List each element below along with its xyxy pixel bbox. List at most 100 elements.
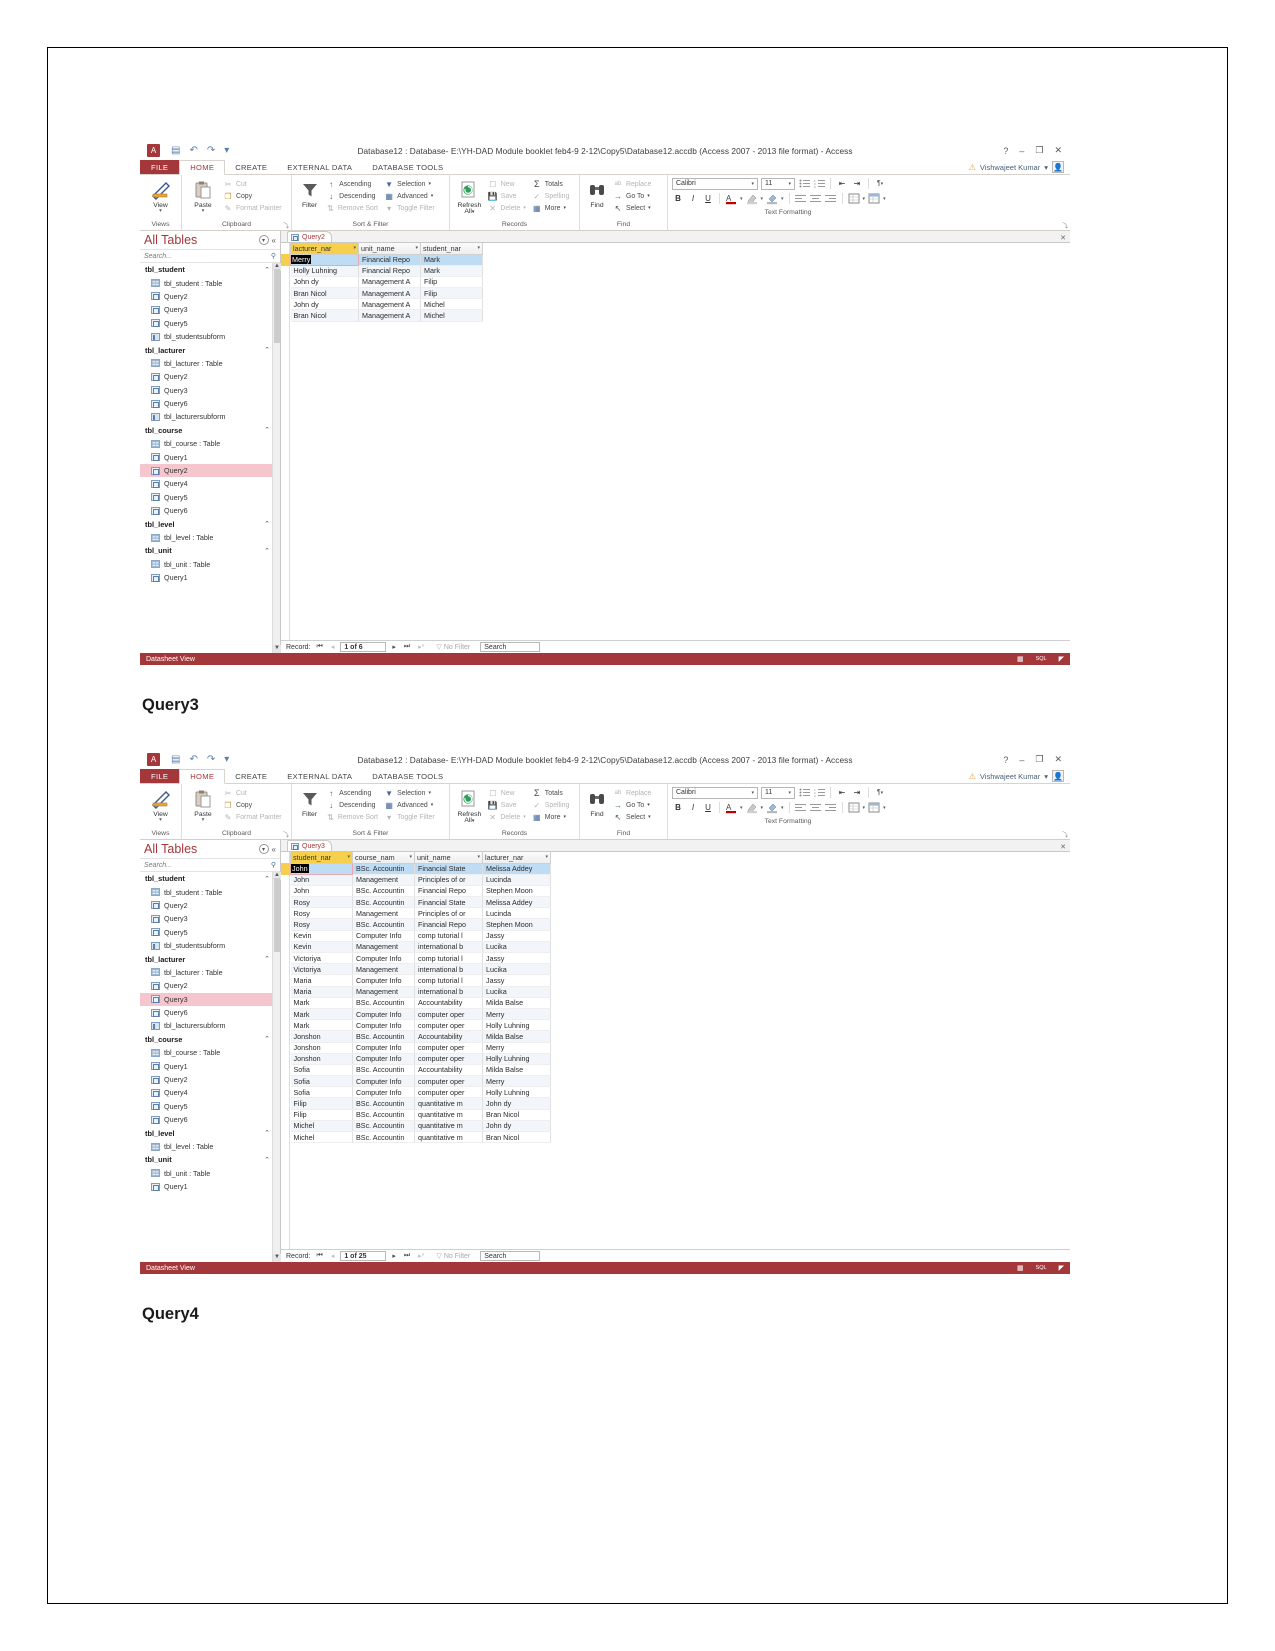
cell-course_nam[interactable]: Management [352,963,415,976]
cell-unit_name[interactable]: comp tutorial l [414,930,483,942]
spelling-button[interactable]: ✓ Spelling [529,190,575,202]
table-row[interactable]: Mark BSc. Accountin Accountability Milda Ba… [290,997,551,1009]
cell-course_nam[interactable]: Management [352,986,415,998]
cell-student_nar[interactable]: Mark [420,254,483,266]
cell-course_nam[interactable]: Computer Info [352,1086,415,1099]
refresh-all-button[interactable]: Refresh All▾ [454,177,485,215]
cell-lacturer_nar[interactable]: Jassy [482,952,551,965]
cell-lacturer_nar[interactable]: Stephen Moon [482,918,551,931]
font-size-combo-2[interactable]: 11 ▾ [761,786,795,799]
advanced-caret-icon-2[interactable]: ▾ [431,802,434,808]
nav-item-tbl-studentsubform[interactable]: tbl_studentsubform [140,939,280,952]
nav-item-tbl-unit-table[interactable]: tbl_unit : Table [140,558,280,571]
font-name-combo[interactable]: Calibri ▾ [672,177,758,190]
last-record-button[interactable]: ⏭ [402,643,412,651]
nav-item-tbl-course-table[interactable]: tbl_course : Table [140,437,280,450]
text-direction-button-2[interactable]: ¶ ▾ [874,787,886,799]
filter-status-1[interactable]: ▽ No Filter [436,643,470,652]
more-button-2[interactable]: ▦ More ▾ [529,811,575,823]
cell-lacturer_nar[interactable]: Melissa Addey [482,896,551,909]
cell-lacturer_nar[interactable]: Holly Luhning [482,1053,551,1065]
cell-unit_name[interactable]: Management A [358,287,421,300]
cell-unit_name[interactable]: Financial Repo [358,254,421,266]
spelling-button-2[interactable]: ✓ Spelling [529,799,575,811]
align-center-button-2[interactable] [810,802,822,814]
text-formatting-dialog-launcher[interactable]: ⤵ [1062,221,1068,230]
advanced-button-2[interactable]: ▦ Advanced ▾ [381,799,445,811]
remove-sort-button[interactable]: ⇅ Remove Sort [323,202,381,214]
design-view-button[interactable]: ◤ [1059,655,1064,663]
cell-unit_name[interactable]: Management A [358,276,421,289]
table-row[interactable]: Rosy BSc. Accountin Financial State Melissa… [290,896,551,909]
qat-more-icon-2[interactable]: ▾ [224,754,229,765]
nav-pane-collapse-icon[interactable]: « [272,236,276,245]
user-name-2[interactable]: Vishwajeet Kumar [980,772,1040,781]
copy-button-2[interactable]: ❐ Copy [220,799,285,811]
table-row[interactable]: John BSc. Accountin Financial Repo Stephen … [290,885,551,898]
nav-group-tbl_student[interactable]: tbl_student ⌃ [140,872,280,885]
cell-student_nar[interactable]: Jonshon [290,1053,353,1065]
nav-item-query3[interactable]: Query3 [140,384,280,397]
cell-unit_name[interactable]: Financial Repo [414,885,483,898]
selection-button[interactable]: ▼ Selection ▾ [381,178,445,190]
goto-caret-icon-2[interactable]: ▾ [647,802,650,808]
font-color-button[interactable]: A [725,193,737,205]
table-row[interactable]: Jonshon Computer Info computer oper Holly L… [290,1053,551,1065]
chevron-down-icon[interactable]: ▾ [477,245,480,251]
highlight-caret-icon-2[interactable]: ▾ [761,805,764,811]
cell-unit_name[interactable]: international b [414,963,483,976]
cell-course_nam[interactable]: Computer Info [352,1053,415,1065]
nav-pane-menu-icon-2[interactable]: ▾ [258,844,269,854]
cell-student_nar[interactable]: Michel [290,1120,353,1133]
fill-color-button-2[interactable] [766,802,778,814]
font-color-caret-icon-2[interactable]: ▾ [740,805,743,811]
nav-item-tbl-student-table[interactable]: tbl_student : Table [140,885,280,898]
cell-lacturer_nar[interactable]: Bran Nicol [290,287,359,300]
table-row[interactable]: Michel BSc. Accountin quantitative m John d… [290,1120,551,1133]
nav-item-query2[interactable]: Query2 [140,370,280,383]
first-record-button[interactable]: ⏮ [315,643,325,651]
cell-lacturer_nar[interactable]: John dy [290,276,359,289]
previous-record-button-2[interactable]: ◂ [329,1252,337,1260]
cell-lacturer_nar[interactable]: Bran Nicol [482,1131,551,1144]
cell-student_nar[interactable]: Mark [290,1008,353,1021]
font-name-combo-2[interactable]: Calibri ▾ [672,786,758,799]
cell-course_nam[interactable]: BSc. Accountin [352,885,415,898]
cell-student_nar[interactable]: Maria [290,974,353,987]
cell-lacturer_nar[interactable]: Jassy [482,930,551,942]
nav-item-query5[interactable]: Query5 [140,491,280,504]
table-row[interactable]: Maria Computer Info comp tutorial l Jassy [290,974,551,987]
copy-button[interactable]: ❐ Copy [220,190,285,202]
datasheet-format-caret-icon[interactable]: ▾ [863,196,866,202]
nav-pane-list-2[interactable]: tbl_student ⌃ tbl_student : Table Query2 Que… [140,872,280,1193]
qat-more-icon[interactable]: ▾ [224,145,229,156]
table-row[interactable]: Sofia Computer Info computer oper Merry [290,1075,551,1088]
save-record-button[interactable]: 💾 Save [485,190,529,202]
last-record-button-2[interactable]: ⏭ [402,1252,412,1260]
cell-lacturer_nar[interactable]: John dy [290,298,359,311]
table-row[interactable]: Bran Nicol Management A Michel [290,309,483,322]
align-right-button[interactable] [825,193,837,205]
cell-student_nar[interactable]: Rosy [290,907,353,920]
quick-access-toolbar-2[interactable]: ▤ ↶ ↷ ▾ [171,754,229,765]
user-avatar-icon-2[interactable]: 👤 [1052,770,1064,782]
user-caret-icon-2[interactable]: ▾ [1044,772,1048,781]
font-name-caret-icon[interactable]: ▾ [748,181,757,187]
italic-button-2[interactable]: I [687,802,699,814]
cell-student_nar[interactable]: Michel [290,1131,353,1144]
toggle-filter-button[interactable]: ▾ Toggle Filter [381,202,445,214]
cell-course_nam[interactable]: BSc. Accountin [352,1097,415,1110]
table-row[interactable]: John dy Management A Filip [290,276,483,289]
cell-lacturer_nar[interactable]: Lucika [482,986,551,998]
cell-unit_name[interactable]: quantitative m [414,1131,483,1144]
table-row[interactable]: Filip BSc. Accountin quantitative m Bran Ni… [290,1109,551,1121]
format-painter-button[interactable]: ✎ Format Painter [220,202,285,214]
advanced-caret-icon[interactable]: ▾ [431,193,434,199]
undo-icon-2[interactable]: ↶ [189,754,197,765]
cell-lacturer_nar[interactable]: Bran Nicol [482,1109,551,1121]
cell-unit_name[interactable]: computer oper [414,1053,483,1065]
nav-pane-list-1[interactable]: tbl_student ⌃ tbl_student : Table Query2 Que… [140,263,280,584]
datasheet-view-button[interactable]: ▦ [1017,655,1024,663]
select-button-2[interactable]: ↖ Select ▾ [610,811,660,823]
nav-item-query3[interactable]: Query3 [140,303,280,316]
